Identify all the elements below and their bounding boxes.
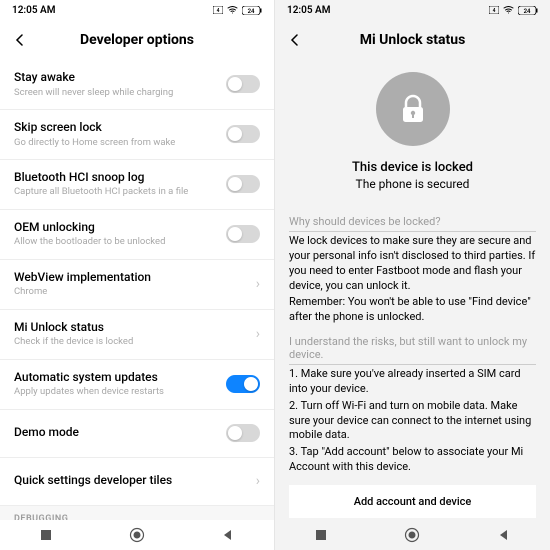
risk-steps: 1. Make sure you've already inserted a S…: [289, 367, 536, 477]
sim-icon: 4: [489, 6, 499, 14]
header: Developer options: [0, 20, 274, 60]
status-bar: 12:05 AM 4 24: [0, 0, 274, 20]
risk-header: I understand the risks, but still want t…: [289, 335, 536, 365]
svg-text:4: 4: [217, 8, 220, 14]
wifi-icon: [503, 6, 514, 14]
setting-skip-screen-lock[interactable]: Skip screen lockGo directly to Home scre…: [0, 110, 274, 160]
section-debugging: DEBUGGING: [0, 506, 274, 520]
setting-subtitle: Chrome: [14, 286, 248, 298]
setting-subtitle: Screen will never sleep while charging: [14, 87, 218, 99]
svg-text:4: 4: [493, 8, 496, 14]
setting-title: Demo mode: [14, 425, 218, 441]
setting-title: Skip screen lock: [14, 120, 218, 136]
screen-mi-unlock: 12:05 AM 4 24 Mi Unlock status This devi…: [275, 0, 550, 550]
chevron-right-icon: ›: [256, 276, 260, 292]
setting-title: OEM unlocking: [14, 220, 218, 236]
lock-status-sub: The phone is secured: [356, 177, 470, 191]
nav-back-button[interactable]: [219, 526, 237, 544]
setting-stay-awake[interactable]: Stay awakeScreen will never sleep while …: [0, 60, 274, 110]
chevron-right-icon: ›: [256, 473, 260, 489]
setting-quick-settings-developer-tiles[interactable]: Quick settings developer tiles ›: [0, 458, 274, 506]
status-indicators: 4 24: [489, 6, 538, 15]
back-button[interactable]: [285, 30, 305, 50]
nav-recents-button[interactable]: [37, 526, 55, 544]
screen-developer-options: 12:05 AM 4 24 Developer options Stay awa…: [0, 0, 275, 550]
nav-bar: [0, 520, 274, 550]
toggle[interactable]: [226, 75, 260, 93]
why-header: Why should devices be locked?: [289, 215, 536, 232]
svg-text:24: 24: [524, 7, 531, 14]
header: Mi Unlock status: [275, 20, 550, 60]
toggle[interactable]: [226, 175, 260, 193]
setting-title: Bluetooth HCI snoop log: [14, 170, 218, 186]
unlock-content: This device is locked The phone is secur…: [275, 60, 550, 520]
chevron-left-icon: [289, 34, 301, 46]
settings-list: Stay awakeScreen will never sleep while …: [0, 60, 274, 520]
toggle[interactable]: [226, 375, 260, 393]
nav-home-button[interactable]: [128, 526, 146, 544]
setting-title: Quick settings developer tiles: [14, 473, 248, 489]
sim-icon: 4: [213, 6, 223, 14]
lock-status-title: This device is locked: [352, 160, 473, 175]
why-body: We lock devices to make sure they are se…: [289, 234, 536, 327]
toggle[interactable]: [226, 125, 260, 143]
nav-recents-button[interactable]: [312, 526, 330, 544]
chevron-right-icon: ›: [256, 326, 260, 342]
setting-webview-implementation[interactable]: WebView implementationChrome ›: [0, 260, 274, 310]
setting-oem-unlocking[interactable]: OEM unlockingAllow the bootloader to be …: [0, 210, 274, 260]
lock-status-visual: This device is locked The phone is secur…: [289, 60, 536, 207]
setting-title: Mi Unlock status: [14, 320, 248, 336]
add-account-button[interactable]: Add account and device: [289, 485, 536, 518]
status-bar: 12:05 AM 4 24: [275, 0, 550, 20]
setting-title: WebView implementation: [14, 270, 248, 286]
setting-title: Automatic system updates: [14, 370, 218, 386]
setting-bluetooth-hci-snoop-log[interactable]: Bluetooth HCI snoop logCapture all Bluet…: [0, 160, 274, 210]
setting-demo-mode[interactable]: Demo mode: [0, 410, 274, 458]
back-button[interactable]: [10, 30, 30, 50]
nav-back-button[interactable]: [495, 526, 513, 544]
status-time: 12:05 AM: [287, 5, 331, 16]
setting-automatic-system-updates[interactable]: Automatic system updatesApply updates wh…: [0, 360, 274, 410]
battery-icon: 24: [242, 6, 262, 15]
setting-subtitle: Go directly to Home screen from wake: [14, 137, 218, 149]
status-indicators: 4 24: [213, 6, 262, 15]
setting-mi-unlock-status[interactable]: Mi Unlock statusCheck if the device is l…: [0, 310, 274, 360]
toggle[interactable]: [226, 424, 260, 442]
lock-icon: [376, 72, 450, 146]
status-time: 12:05 AM: [12, 5, 56, 16]
wifi-icon: [227, 6, 238, 14]
nav-home-button[interactable]: [403, 526, 421, 544]
svg-text:24: 24: [248, 7, 255, 14]
setting-subtitle: Allow the bootloader to be unlocked: [14, 236, 218, 248]
setting-subtitle: Check if the device is locked: [14, 336, 248, 348]
battery-icon: 24: [518, 6, 538, 15]
toggle[interactable]: [226, 225, 260, 243]
setting-subtitle: Capture all Bluetooth HCI packets in a f…: [14, 186, 218, 198]
nav-bar: [275, 520, 550, 550]
setting-title: Stay awake: [14, 70, 218, 86]
page-title: Mi Unlock status: [360, 32, 466, 48]
page-title: Developer options: [80, 32, 194, 48]
setting-subtitle: Apply updates when device restarts: [14, 386, 218, 398]
chevron-left-icon: [14, 34, 26, 46]
